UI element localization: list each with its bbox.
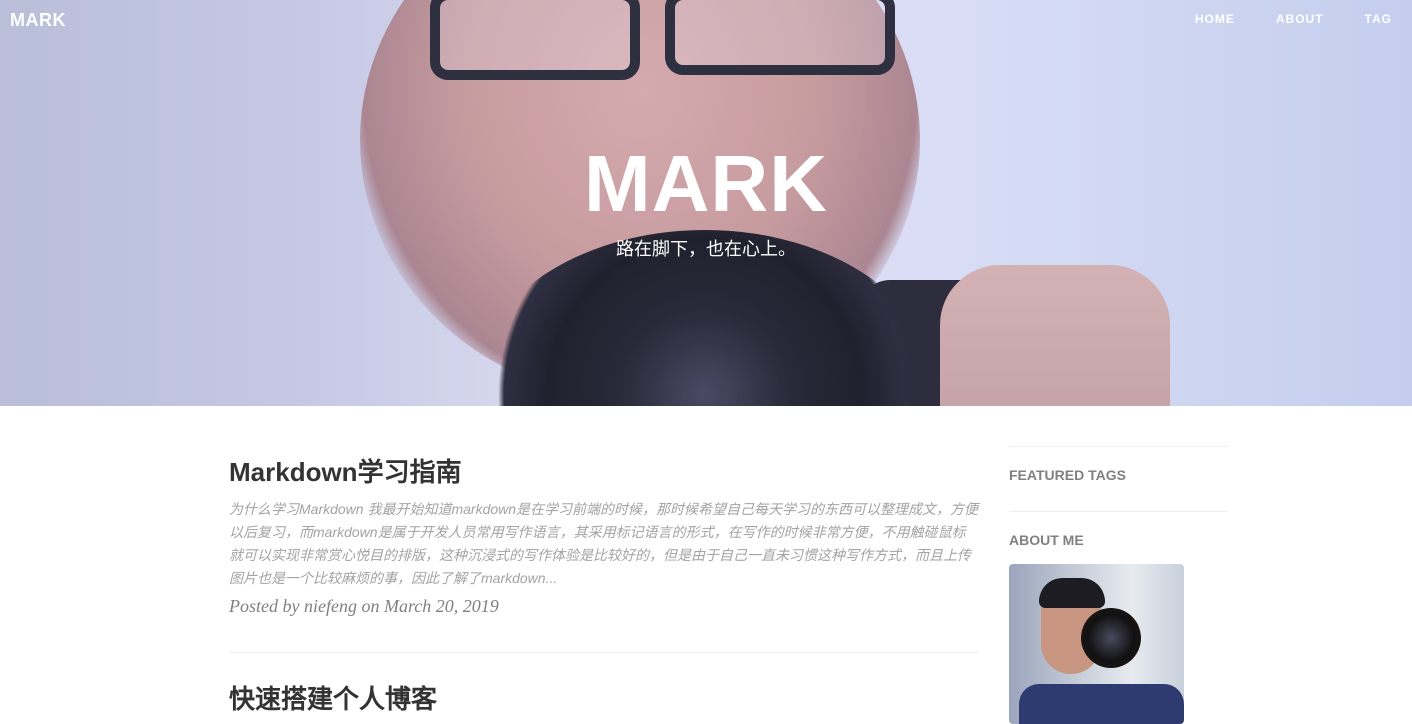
featured-tags-heading: FEATURED TAGS (1009, 467, 1126, 483)
post-list: Markdown学习指南 为什么学习Markdown 我最开始知道markdow… (229, 406, 979, 715)
nav-link-home[interactable]: HOME (1195, 12, 1235, 26)
sidebar: FEATURED TAGS ABOUT ME (1009, 446, 1228, 724)
brand-logo-link[interactable]: MARK (10, 10, 66, 31)
about-me-heading: ABOUT ME (1009, 532, 1084, 548)
post-preview: Markdown学习指南 为什么学习Markdown 我最开始知道markdow… (229, 406, 979, 653)
post-title-link[interactable]: Markdown学习指南 (229, 456, 979, 488)
site-title: MARK (584, 139, 828, 228)
top-navbar: MARK HOME ABOUT TAG (0, 0, 1412, 40)
hero-header: MARK HOME ABOUT TAG MARK 路在脚下，也在心上。 (0, 0, 1412, 406)
main-content: Markdown学习指南 为什么学习Markdown 我最开始知道markdow… (0, 406, 1412, 724)
post-title-link[interactable]: 快速搭建个人博客 (229, 683, 979, 715)
about-me-section: ABOUT ME (1009, 511, 1228, 564)
nav-link-about[interactable]: ABOUT (1276, 12, 1324, 26)
nav-links: HOME ABOUT TAG (1195, 12, 1392, 26)
avatar-hair (1039, 578, 1105, 608)
post-excerpt[interactable]: 为什么学习Markdown 我最开始知道markdown是在学习前端的时候，那时… (229, 498, 979, 590)
featured-tags-section: FEATURED TAGS (1009, 446, 1228, 511)
post-meta: Posted by niefeng on March 20, 2019 (229, 596, 499, 616)
avatar-camera (1081, 608, 1141, 668)
post-divider (229, 652, 979, 653)
nav-link-tag[interactable]: TAG (1365, 12, 1392, 26)
post-preview: 快速搭建个人博客 (229, 683, 979, 715)
avatar (1009, 564, 1184, 724)
avatar-shirt (1019, 684, 1184, 724)
site-subtitle: 路在脚下，也在心上。 (616, 239, 796, 259)
